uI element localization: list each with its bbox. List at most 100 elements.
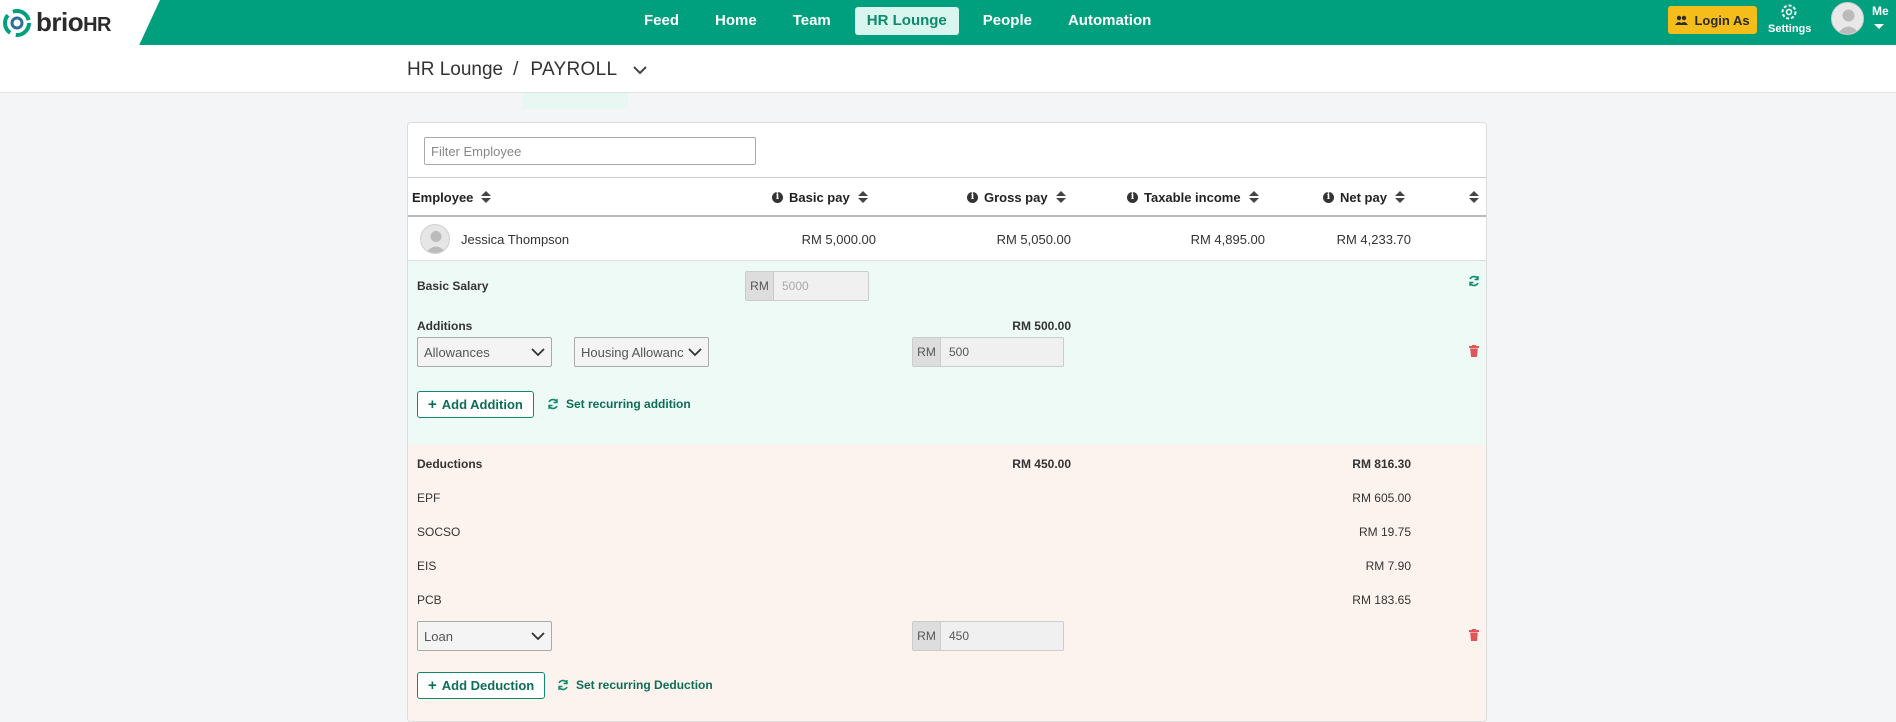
- set-recurring-deduction-button[interactable]: Set recurring Deduction: [557, 678, 713, 692]
- info-icon[interactable]: i: [1323, 191, 1334, 203]
- users-icon: [1675, 15, 1689, 25]
- nav-feed[interactable]: Feed: [632, 7, 691, 35]
- add-addition-label: Add Addition: [441, 397, 523, 412]
- chevron-down-icon[interactable]: [633, 65, 648, 75]
- me-label: Me: [1872, 4, 1889, 18]
- breadcrumb: HR Lounge / PAYROLL: [407, 59, 648, 81]
- col-gross-pay-label: Gross pay: [984, 189, 1048, 205]
- deductions-total: RM 450.00: [1012, 457, 1071, 471]
- logo-area: brioHR: [0, 0, 160, 45]
- col-basic-pay-label: Basic pay: [789, 189, 850, 205]
- basic-salary-label: Basic Salary: [417, 279, 489, 293]
- employee-avatar: [420, 224, 450, 254]
- add-deduction-button[interactable]: + Add Deduction: [417, 672, 546, 699]
- sort-icon: [1055, 191, 1066, 203]
- user-icon: [1837, 9, 1860, 34]
- sort-icon: [1394, 191, 1405, 203]
- set-recurring-deduction-label: Set recurring Deduction: [576, 678, 713, 692]
- user-menu[interactable]: Me: [1828, 2, 1896, 42]
- chevron-down-icon: [531, 348, 545, 357]
- breadcrumb-separator: /: [513, 59, 519, 80]
- brio-logo-text: brioHR: [36, 7, 111, 37]
- user-avatar: [1831, 2, 1864, 35]
- additions-section: Basic Salary RM 5000 Additions RM 500.00…: [408, 261, 1486, 445]
- plus-icon: +: [428, 677, 437, 694]
- add-deduction-label: Add Deduction: [441, 678, 535, 693]
- col-employee-label: Employee: [412, 189, 474, 205]
- deduction-category-select[interactable]: Loan: [417, 621, 552, 651]
- nav-people[interactable]: People: [971, 7, 1044, 35]
- col-taxable-income-label: Taxable income: [1144, 189, 1241, 205]
- brio-logo[interactable]: brioHR: [2, 7, 111, 38]
- nav-home[interactable]: Home: [703, 7, 769, 35]
- additions-label: Additions: [417, 319, 473, 333]
- info-icon[interactable]: i: [967, 191, 978, 203]
- basic-salary-input[interactable]: RM 5000: [745, 271, 869, 301]
- caret-down-icon: [1874, 24, 1884, 29]
- deductions-section: Deductions RM 450.00 RM 816.30 EPF RM 60…: [408, 445, 1486, 721]
- deduction-name-socso: SOCSO: [417, 525, 461, 539]
- sort-icon: [481, 191, 492, 203]
- settings-label: Settings: [1768, 23, 1812, 35]
- login-as-label: Login As: [1694, 12, 1750, 28]
- gross-pay-value: RM 5,050.00: [996, 232, 1071, 247]
- deduction-name-eis: EIS: [417, 559, 437, 573]
- plus-icon: +: [428, 396, 437, 413]
- col-taxable-income[interactable]: i Taxable income: [1127, 178, 1259, 216]
- trash-icon[interactable]: [1469, 345, 1479, 357]
- filter-employee-input[interactable]: [424, 137, 756, 165]
- deduction-amount-input[interactable]: RM 450: [912, 621, 1064, 651]
- settings-button[interactable]: Settings: [1768, 2, 1812, 35]
- sort-icon: [1469, 191, 1479, 203]
- deduction-name-epf: EPF: [417, 491, 441, 505]
- breadcrumb-hr-lounge[interactable]: HR Lounge: [407, 59, 503, 81]
- statutory-deductions-total: RM 816.30: [1352, 457, 1411, 471]
- addition-type-select[interactable]: Housing Allowanc: [574, 337, 709, 367]
- login-as-button[interactable]: Login As: [1668, 6, 1757, 34]
- main-nav: Feed Home Team HR Lounge People Automati…: [632, 7, 1175, 35]
- net-pay-value: RM 4,233.70: [1336, 232, 1411, 247]
- info-icon[interactable]: i: [1127, 191, 1138, 203]
- top-navbar: brioHR Feed Home Team HR Lounge People A…: [0, 0, 1896, 45]
- col-actions-sort[interactable]: [1467, 178, 1479, 216]
- set-recurring-addition-label: Set recurring addition: [566, 397, 691, 411]
- col-gross-pay[interactable]: i Gross pay: [967, 178, 1066, 216]
- sort-icon: [1248, 191, 1259, 203]
- additions-total: RM 500.00: [1012, 319, 1071, 333]
- deduction-amount-value: 450: [949, 629, 970, 643]
- table-row[interactable]: Jessica Thompson RM 5,000.00 RM 5,050.00…: [408, 217, 1486, 261]
- addition-category-value: Allowances: [424, 344, 490, 360]
- basic-salary-value: 5000: [782, 279, 809, 293]
- col-basic-pay[interactable]: i Basic pay: [772, 178, 868, 216]
- employee-name[interactable]: Jessica Thompson: [461, 232, 569, 247]
- deduction-amount-eis: RM 7.90: [1365, 559, 1411, 573]
- gear-icon: [1781, 4, 1797, 20]
- currency-addon: RM: [746, 272, 774, 300]
- payroll-card: Employee i Basic pay i Gross pay i Taxab…: [407, 122, 1487, 722]
- nav-team[interactable]: Team: [781, 7, 843, 35]
- brio-logo-icon: [3, 8, 31, 37]
- trash-icon[interactable]: [1469, 629, 1479, 641]
- deduction-amount-socso: RM 19.75: [1358, 525, 1411, 539]
- nav-automation[interactable]: Automation: [1056, 7, 1163, 35]
- addition-amount-input[interactable]: RM 500: [912, 337, 1064, 367]
- deduction-name-pcb: PCB: [417, 593, 442, 607]
- col-net-pay-label: Net pay: [1340, 189, 1387, 205]
- nav-hr-lounge[interactable]: HR Lounge: [854, 7, 959, 35]
- chevron-down-icon: [531, 632, 545, 641]
- add-addition-button[interactable]: + Add Addition: [417, 391, 534, 418]
- addition-type-value: Housing Allowanc: [581, 344, 684, 360]
- col-net-pay[interactable]: i Net pay: [1323, 178, 1405, 216]
- breadcrumb-current[interactable]: PAYROLL: [530, 59, 617, 81]
- set-recurring-addition-button[interactable]: Set recurring addition: [547, 397, 691, 411]
- basic-pay-value: RM 5,000.00: [801, 232, 876, 247]
- col-employee[interactable]: Employee: [412, 178, 492, 216]
- user-icon: [425, 231, 447, 253]
- addition-category-select[interactable]: Allowances: [417, 337, 552, 367]
- refresh-icon[interactable]: [1468, 275, 1480, 287]
- currency-addon: RM: [913, 622, 941, 650]
- deduction-amount-epf: RM 605.00: [1352, 491, 1411, 505]
- info-icon[interactable]: i: [772, 191, 783, 203]
- addition-amount-value: 500: [949, 345, 970, 359]
- chevron-down-icon: [688, 348, 702, 357]
